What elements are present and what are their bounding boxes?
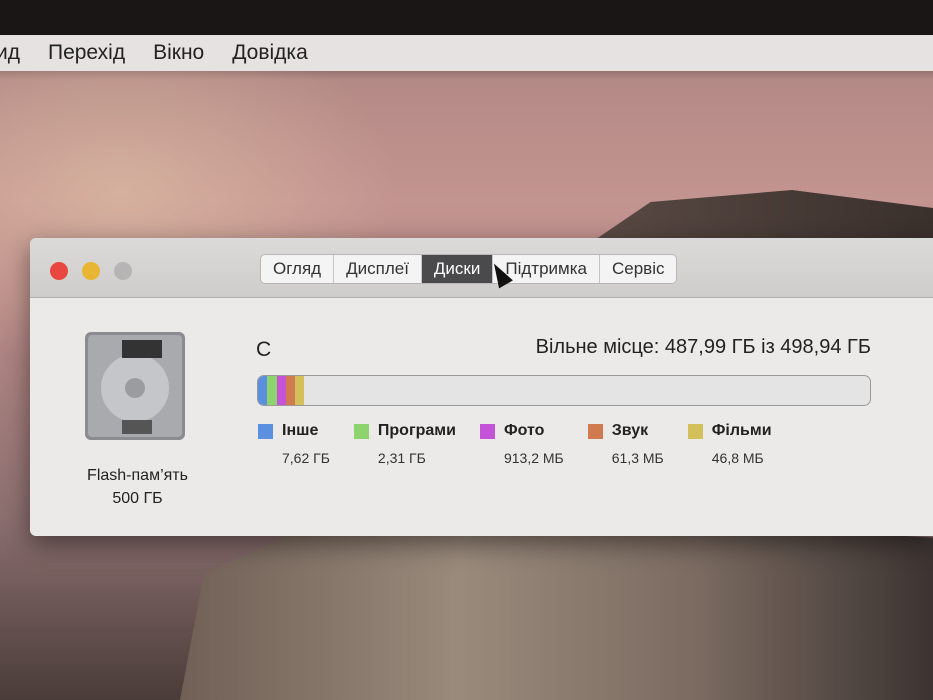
legend-label: Інше <box>282 422 319 439</box>
volume-name: С <box>256 338 272 361</box>
about-this-mac-window: Огляд Дисплеї Диски Підтримка Сервіс Fla… <box>30 238 933 536</box>
legend-value: 7,62 ГБ <box>282 450 330 466</box>
tab-service[interactable]: Сервіс <box>600 255 676 283</box>
usage-segment <box>285 376 295 405</box>
menu-help[interactable]: Довідка <box>218 41 322 65</box>
hard-drive-icon <box>85 332 185 440</box>
legend-label: Звук <box>611 422 649 439</box>
legend-swatch <box>479 423 495 439</box>
legend-swatch <box>587 423 603 439</box>
legend-value: 61,3 МБ <box>611 450 664 466</box>
legend-label: Програми <box>377 422 456 439</box>
legend-item: Інше 7,62 ГБ <box>258 422 330 466</box>
disk-size: 500 ГБ <box>112 490 163 507</box>
tab-overview[interactable]: Огляд <box>261 255 335 283</box>
legend-swatch <box>258 423 273 439</box>
title-bar: Огляд Дисплеї Диски Підтримка Сервіс <box>30 238 933 298</box>
close-button[interactable] <box>50 262 68 280</box>
legend-value: 46,8 МБ <box>711 450 764 466</box>
legend-item: Фільми 46,8 МБ <box>687 422 772 466</box>
legend-value: 2,31 ГБ <box>377 450 426 466</box>
disk-name: Flash-пам’ять <box>87 467 188 484</box>
legend-item: Фото 913,2 МБ <box>479 422 564 466</box>
legend-label: Фільми <box>711 422 772 439</box>
storage-usage-bar <box>257 375 871 406</box>
tab-bar: Огляд Дисплеї Диски Підтримка Сервіс <box>260 254 678 284</box>
usage-segment <box>258 376 268 405</box>
legend-swatch <box>687 423 703 439</box>
zoom-button[interactable] <box>114 262 132 280</box>
disk-label: Flash-пам’ять 500 ГБ <box>60 464 215 510</box>
tab-storage[interactable]: Диски <box>421 255 494 283</box>
usage-segment <box>276 376 286 405</box>
minimize-button[interactable] <box>82 262 100 280</box>
usage-segment <box>294 376 305 405</box>
usage-segment <box>267 376 277 405</box>
storage-legend: Інше 7,62 ГБ Програми 2,31 ГБ Фото 913,2 МБ Зв… <box>258 422 796 466</box>
legend-item: Звук 61,3 МБ <box>587 422 664 466</box>
legend-value: 913,2 МБ <box>503 450 564 466</box>
menu-go[interactable]: Перехід <box>34 41 139 65</box>
free-space: Вільне місце: 487,99 ГБ із 498,94 ГБ <box>535 336 871 358</box>
menu-item[interactable]: ид <box>0 41 34 65</box>
legend-label: Фото <box>503 422 545 439</box>
legend-swatch <box>353 423 369 439</box>
wallpaper-rock <box>180 520 933 700</box>
menu-window[interactable]: Вікно <box>139 41 218 65</box>
legend-item: Програми 2,31 ГБ <box>353 422 456 466</box>
tab-displays[interactable]: Дисплеї <box>334 255 422 283</box>
menu-bar: ид Перехід Вікно Довідка <box>0 35 933 71</box>
